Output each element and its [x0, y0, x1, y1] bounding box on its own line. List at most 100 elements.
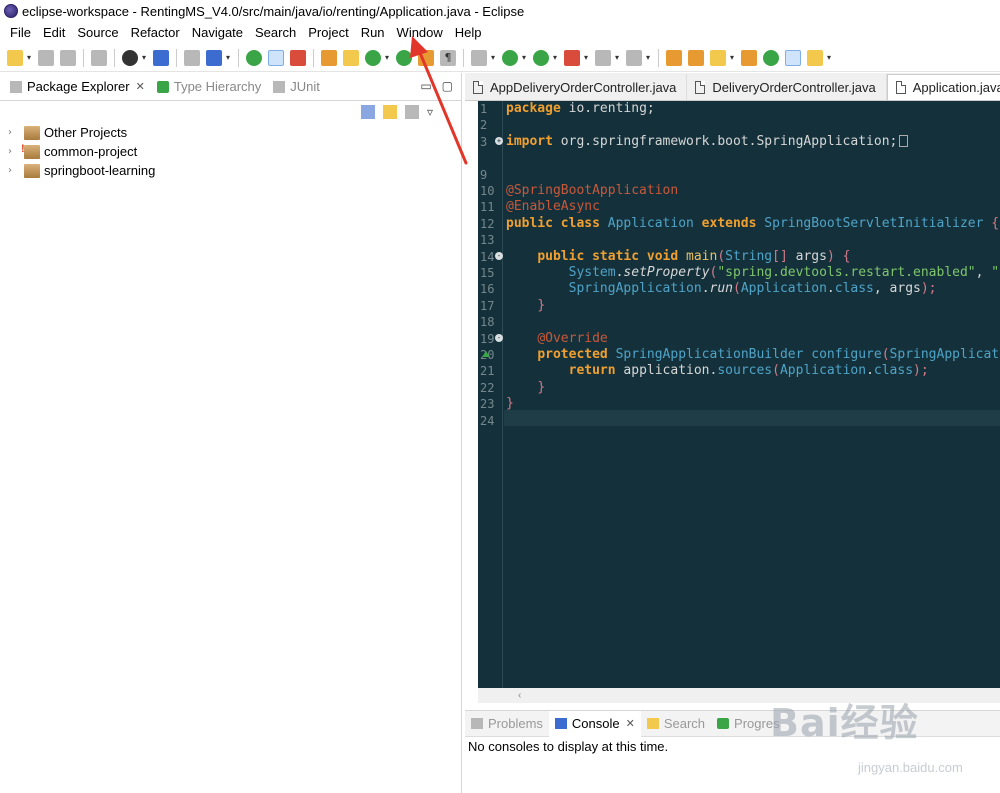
profile-dropdown-icon[interactable]: ▾ [140, 50, 148, 66]
tree-item[interactable]: › springboot-learning [8, 161, 461, 180]
watermark: Bai经验 jingyan.baidu.com [760, 682, 990, 786]
debug-icon[interactable] [471, 49, 487, 66]
new-class-dropdown-icon[interactable]: ▾ [383, 50, 391, 66]
package-explorer-icon [10, 80, 22, 93]
eclipse-window: { "window": {"title": "eclipse-workspace… [0, 0, 1000, 793]
tab-console[interactable]: Console ✕ [548, 710, 641, 737]
new-package-icon[interactable] [343, 49, 359, 66]
menu-search[interactable]: Search [249, 25, 302, 40]
debug-config-dropdown-icon[interactable]: ▾ [224, 50, 232, 66]
view-menu-icon[interactable]: ▿ [427, 105, 441, 119]
menu-refactor[interactable]: Refactor [125, 25, 186, 40]
line-number: 11 [480, 200, 495, 215]
fold-collapse-icon[interactable]: - [495, 252, 503, 260]
tree-item[interactable]: › Other Projects [8, 123, 461, 142]
expand-arrow-icon[interactable]: › [8, 146, 20, 157]
refresh-icon[interactable] [290, 49, 306, 66]
project-error-icon: ! [21, 143, 40, 159]
menu-source[interactable]: Source [71, 25, 124, 40]
scroll-left-icon[interactable]: ‹ [518, 690, 521, 701]
coverage-dropdown-icon[interactable]: ▾ [551, 50, 559, 66]
close-icon[interactable]: ✕ [626, 717, 635, 730]
fold-expand-icon[interactable]: + [495, 137, 503, 145]
terminal-icon[interactable] [153, 49, 169, 66]
editor-tab-label: Application.java [912, 80, 1000, 95]
java-file-icon [695, 80, 706, 94]
pen-dropdown-icon[interactable]: ▾ [728, 50, 736, 66]
maximize-panel-icon[interactable]: ▢ [442, 79, 453, 93]
tab-problems[interactable]: Problems [465, 711, 549, 737]
toolbar-separator [114, 48, 115, 67]
editor-tab[interactable]: DeliveryOrderController.java [687, 74, 887, 100]
new-icon[interactable] [7, 49, 23, 66]
open-task-icon[interactable] [418, 49, 434, 66]
editor-tab-active[interactable]: Application.java [886, 74, 1000, 100]
collapse-all-icon[interactable] [361, 105, 375, 119]
stop-dropdown-icon[interactable]: ▾ [613, 50, 621, 66]
expand-arrow-icon[interactable]: › [8, 127, 20, 138]
toggle-view-icon[interactable] [268, 49, 284, 66]
menu-window[interactable]: Window [391, 25, 449, 40]
code-line: } [506, 396, 514, 412]
close-icon[interactable]: ✕ [136, 80, 145, 93]
stop-icon[interactable] [595, 49, 611, 66]
skip-breakpoints-icon[interactable] [184, 49, 200, 66]
external-tools-dropdown-icon[interactable]: ▾ [582, 50, 590, 66]
external-tools-icon[interactable] [564, 49, 580, 66]
toolbar-separator [176, 48, 177, 67]
debug-config-icon[interactable] [206, 49, 222, 66]
binary-icon[interactable] [91, 49, 107, 66]
eclipse-logo-icon [4, 4, 18, 18]
hierarchy-icon [156, 80, 169, 93]
code-text-area[interactable]: 1 2 3 9 10 11 12 13 14 15 16 17 18 19 20… [478, 101, 1000, 688]
open-file-icon[interactable] [688, 49, 704, 66]
menu-navigate[interactable]: Navigate [186, 25, 249, 40]
coverage-icon[interactable] [533, 49, 549, 66]
save-icon[interactable] [38, 49, 54, 66]
next-annotation-dropdown-icon[interactable]: ▾ [825, 50, 833, 66]
code-line: public class Application extends SpringB… [506, 215, 1000, 231]
maximize-icon[interactable] [785, 49, 801, 66]
tree-item[interactable]: › ! common-project [8, 142, 461, 161]
menu-edit[interactable]: Edit [37, 25, 71, 40]
link-with-editor-icon[interactable] [383, 105, 397, 119]
tab-junit[interactable]: JUnit [267, 73, 326, 101]
menu-project[interactable]: Project [302, 25, 354, 40]
status-icon[interactable] [763, 49, 779, 66]
run-icon[interactable] [502, 49, 518, 66]
tree-item-label: Other Projects [44, 125, 128, 140]
next-annotation-icon[interactable] [807, 49, 823, 66]
editor-tab[interactable]: AppDeliveryOrderController.java [465, 74, 688, 100]
spring-boot-icon[interactable] [246, 49, 262, 66]
server-dropdown-icon[interactable]: ▾ [644, 50, 652, 66]
explorer-toolbar: ▿ [0, 101, 461, 123]
editor-tab-label: AppDeliveryOrderController.java [490, 79, 677, 95]
pen-icon[interactable] [710, 49, 726, 66]
open-type-icon[interactable] [396, 49, 412, 66]
perspective-icon[interactable] [741, 49, 757, 66]
editor-tab-label: DeliveryOrderController.java [712, 79, 876, 95]
profile-icon[interactable] [122, 49, 138, 66]
run-dropdown-icon[interactable]: ▾ [520, 50, 528, 66]
open-folder-icon[interactable] [666, 49, 682, 66]
minimize-icon[interactable]: ▭ [420, 79, 431, 93]
debug-dropdown-icon[interactable]: ▾ [489, 50, 497, 66]
fold-collapse-icon[interactable]: - [495, 334, 503, 342]
show-whitespace-icon[interactable]: ¶ [440, 49, 456, 66]
menu-help[interactable]: Help [449, 25, 488, 40]
tab-type-hierarchy[interactable]: Type Hierarchy [151, 73, 267, 101]
working-set-icon [24, 163, 40, 178]
panel-controls: ▭ ▢ [420, 79, 453, 93]
new-java-project-icon[interactable] [321, 49, 337, 66]
menu-run[interactable]: Run [355, 25, 391, 40]
tab-package-explorer[interactable]: Package Explorer ✕ [4, 73, 151, 101]
expand-arrow-icon[interactable]: › [8, 165, 20, 176]
menu-file[interactable]: File [4, 25, 37, 40]
new-dropdown-icon[interactable]: ▾ [25, 50, 33, 66]
server-icon[interactable] [626, 49, 642, 66]
save-all-icon[interactable] [60, 49, 76, 66]
tab-label: Package Explorer [27, 79, 130, 94]
tab-search[interactable]: Search [641, 711, 711, 737]
new-class-icon[interactable] [365, 49, 381, 66]
focus-icon[interactable] [405, 105, 419, 119]
